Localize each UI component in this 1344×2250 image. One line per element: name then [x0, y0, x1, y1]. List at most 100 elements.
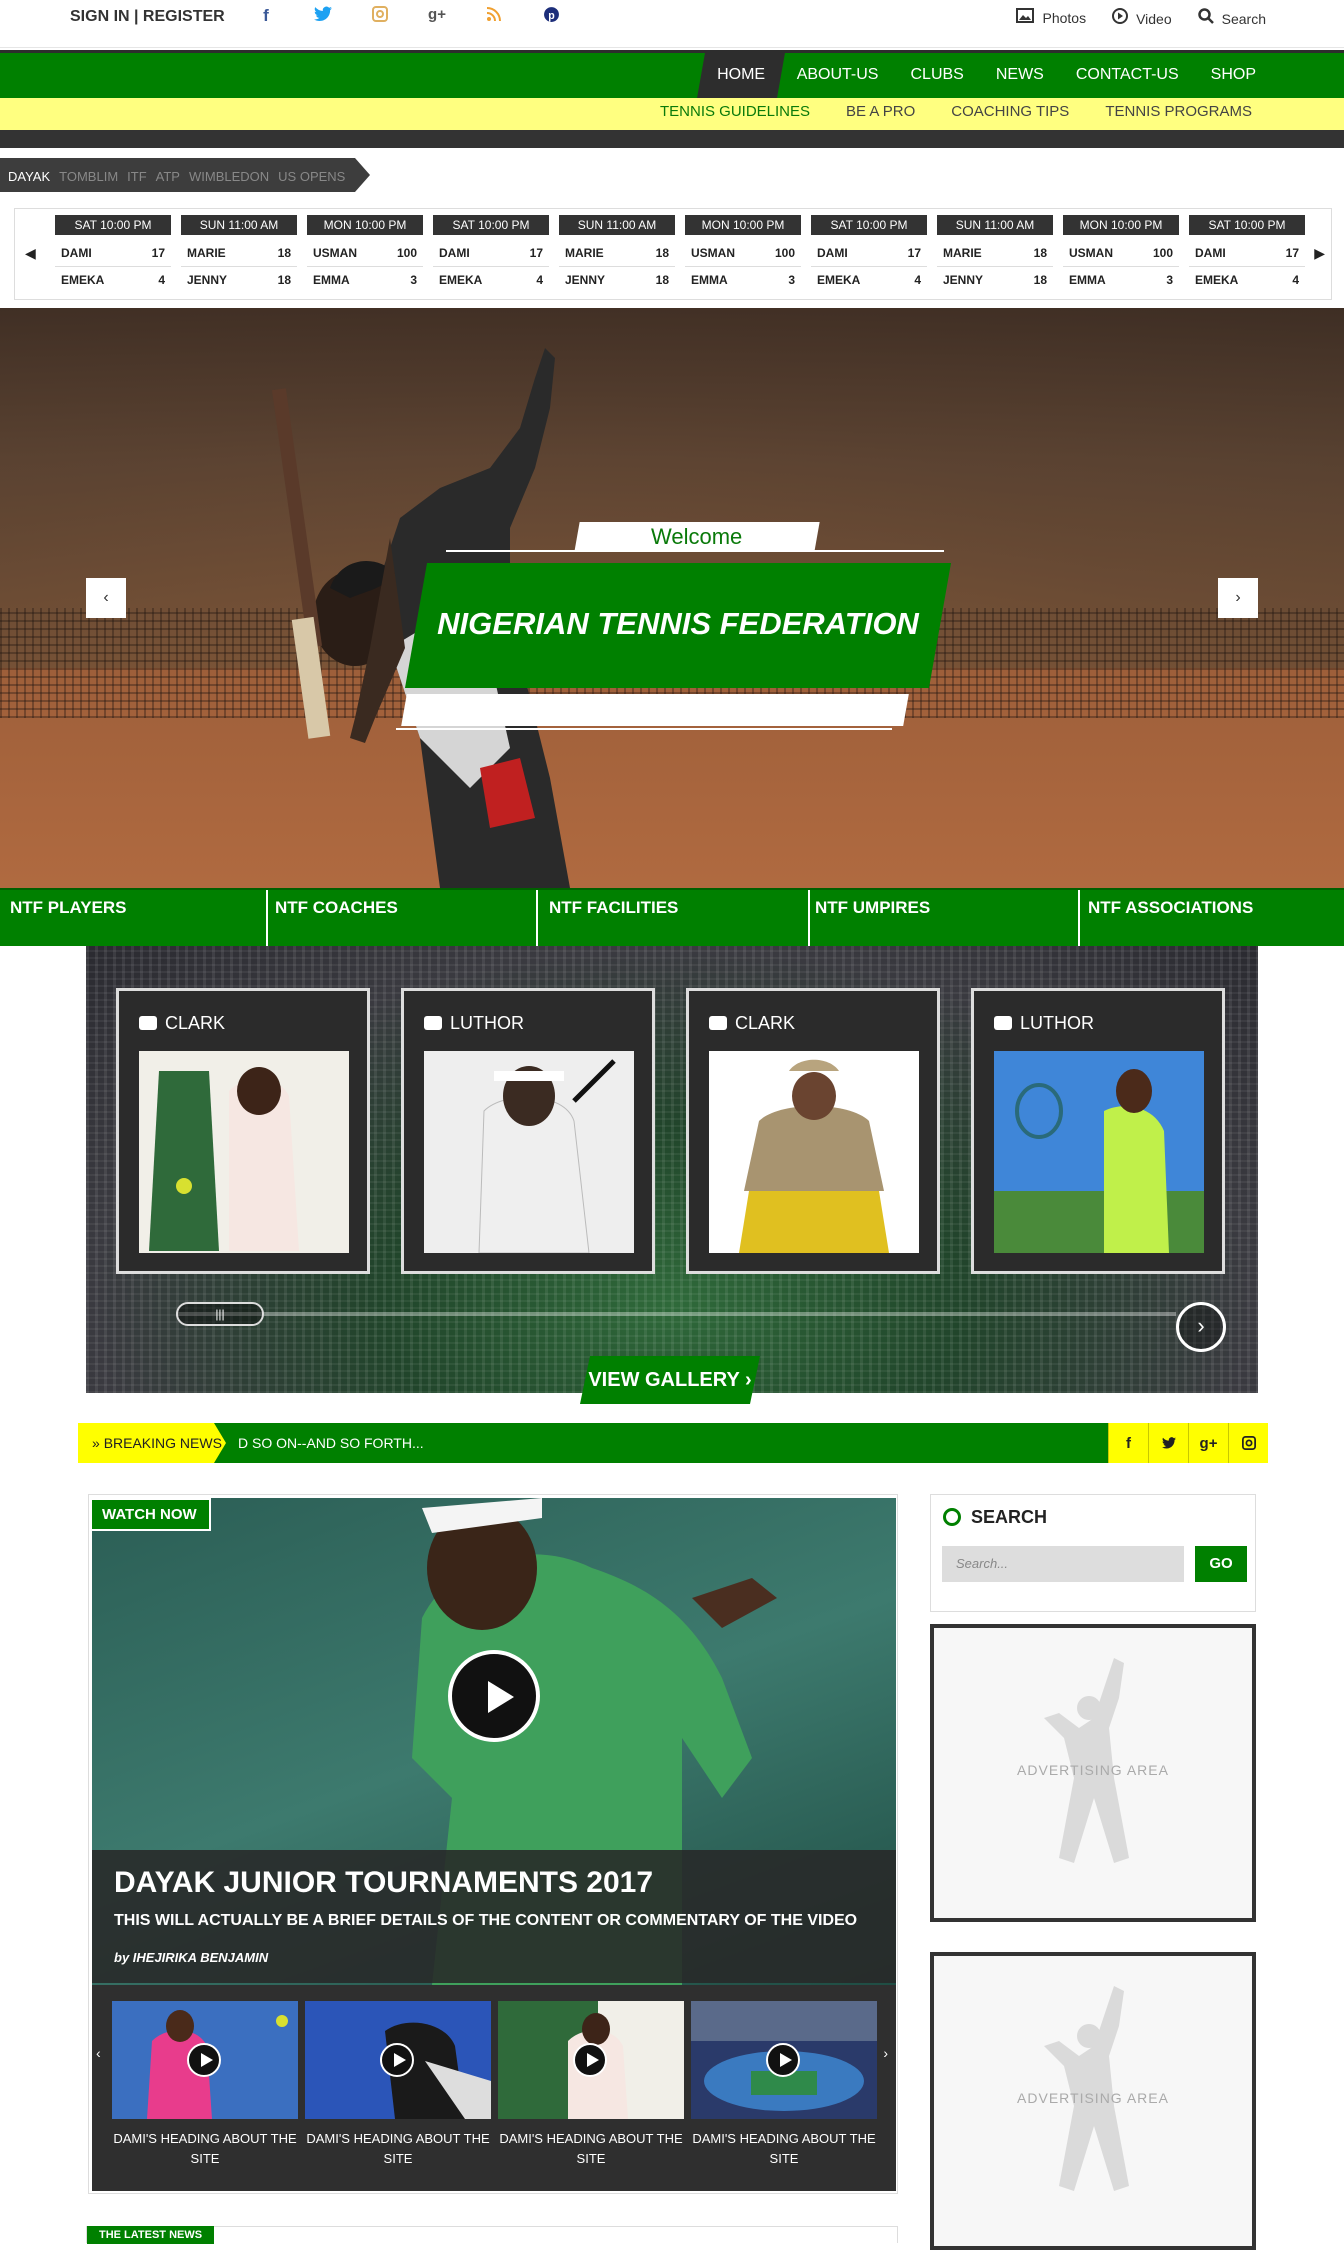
score-card[interactable]: MON 10:00 PM USMAN 100 EMMA 3: [1063, 215, 1179, 293]
match-time: SAT 10:00 PM: [1189, 215, 1305, 235]
score-card[interactable]: SUN 11:00 AM MARIE 18 JENNY 18: [181, 215, 297, 293]
category-ntf-facilities[interactable]: NTF FACILITIES: [549, 898, 678, 918]
play-icon[interactable]: [448, 1650, 540, 1742]
tab-wimbledon[interactable]: WIMBLEDON: [189, 169, 269, 184]
gallery-card[interactable]: CLARK: [116, 988, 370, 1274]
category-ntf-associations[interactable]: NTF ASSOCIATIONS: [1088, 898, 1253, 918]
category-ntf-umpires[interactable]: NTF UMPIRES: [815, 898, 930, 918]
thumbnail-title[interactable]: DAMI'S HEADING ABOUT THE SITE: [498, 2129, 684, 2169]
gallery-scroll-track[interactable]: [176, 1312, 1176, 1316]
video-thumbnail[interactable]: DAMI'S HEADING ABOUT THE SITE: [305, 2001, 491, 2169]
gallery-next-button[interactable]: ›: [1176, 1302, 1226, 1352]
score-card[interactable]: MON 10:00 PM USMAN 100 EMMA 3: [307, 215, 423, 293]
nav-about-us[interactable]: ABOUT-US: [781, 53, 895, 98]
match-time: MON 10:00 PM: [307, 215, 423, 235]
view-gallery-button[interactable]: VIEW GALLERY ›: [580, 1356, 760, 1404]
player-score: 4: [536, 273, 543, 287]
player-score: 100: [1152, 246, 1173, 260]
play-icon[interactable]: [766, 2043, 800, 2077]
gallery-scroll-handle[interactable]: |||: [176, 1302, 264, 1326]
instagram-icon[interactable]: [370, 6, 390, 28]
play-icon[interactable]: [187, 2043, 221, 2077]
gallery-card-label: CLARK: [709, 1013, 795, 1034]
facebook-icon[interactable]: f: [256, 6, 276, 28]
twitter-icon[interactable]: [1148, 1423, 1188, 1463]
gallery-card[interactable]: CLARK: [686, 988, 940, 1274]
pinterest-icon[interactable]: p: [541, 6, 561, 28]
tab-dayak[interactable]: DAYAK: [8, 169, 50, 184]
thumbnail-title[interactable]: DAMI'S HEADING ABOUT THE SITE: [691, 2129, 877, 2169]
rss-icon[interactable]: [484, 6, 504, 28]
score-card[interactable]: SAT 10:00 PM DAMI 17 EMEKA 4: [811, 215, 927, 293]
play-icon[interactable]: [573, 2043, 607, 2077]
camera-icon: [424, 1016, 442, 1030]
hero-title: NIGERIAN TENNIS FEDERATION: [437, 606, 919, 641]
category-ntf-coaches[interactable]: NTF COACHES: [275, 898, 398, 918]
hero-prev-arrow[interactable]: ‹: [86, 578, 126, 618]
latest-news-label: THE LATEST NEWS: [87, 2226, 215, 2244]
score-row: DAMI 17: [811, 240, 927, 267]
gallery-card[interactable]: LUTHOR: [401, 988, 655, 1274]
thumbnail-title[interactable]: DAMI'S HEADING ABOUT THE SITE: [305, 2129, 491, 2169]
google-plus-icon[interactable]: g+: [1188, 1423, 1228, 1463]
subnav-be-a-pro[interactable]: BE A PRO: [846, 103, 915, 120]
video-thumbnails: ‹ › DAMI'S HEADING ABOUT THE SITE DAMI'S …: [92, 1985, 896, 2191]
search-input[interactable]: Search...: [942, 1546, 1184, 1582]
score-card[interactable]: SUN 11:00 AM MARIE 18 JENNY 18: [559, 215, 675, 293]
category-ntf-players[interactable]: NTF PLAYERS: [10, 898, 127, 918]
video-thumbnail[interactable]: DAMI'S HEADING ABOUT THE SITE: [112, 2001, 298, 2169]
score-card[interactable]: SAT 10:00 PM DAMI 17 EMEKA 4: [433, 215, 549, 293]
play-icon[interactable]: [380, 2043, 414, 2077]
sign-in-register-link[interactable]: SIGN IN | REGISTER: [70, 8, 225, 26]
score-row: DAMI 17: [55, 240, 171, 267]
tab-tomblim[interactable]: TOMBLIM: [59, 169, 118, 184]
advertising-area[interactable]: ADVERTISING AREA: [930, 1624, 1256, 1922]
tab-itf[interactable]: ITF: [127, 169, 147, 184]
video-thumbnail[interactable]: DAMI'S HEADING ABOUT THE SITE: [691, 2001, 877, 2169]
score-row: MARIE 18: [937, 240, 1053, 267]
video-title[interactable]: DAYAK JUNIOR TOURNAMENTS 2017: [114, 1866, 653, 1900]
subnav-tennis-guidelines[interactable]: TENNIS GUIDELINES: [660, 103, 810, 120]
nav-contact-us[interactable]: CONTACT-US: [1060, 53, 1195, 98]
google-plus-icon[interactable]: g+: [427, 6, 447, 28]
hero-next-arrow[interactable]: ›: [1218, 578, 1258, 618]
player-name: DAMI: [61, 246, 92, 260]
player-score: 17: [1285, 246, 1299, 260]
video-section: WATCH NOW DAYAK JUNIOR TOURNAMENTS 2017 …: [88, 1494, 898, 2194]
nav-clubs[interactable]: CLUBS: [894, 53, 979, 98]
facebook-icon[interactable]: f: [1108, 1423, 1148, 1463]
instagram-icon[interactable]: [1228, 1423, 1268, 1463]
chevron-right-icon[interactable]: ›: [883, 2045, 888, 2061]
search-link[interactable]: Search: [1197, 8, 1266, 28]
tab-us-opens[interactable]: US OPENS: [278, 169, 345, 184]
player-score: 17: [907, 246, 921, 260]
advertising-area[interactable]: ADVERTISING AREA: [930, 1952, 1256, 2250]
gallery-card[interactable]: LUTHOR: [971, 988, 1225, 1274]
go-button[interactable]: GO: [1195, 1546, 1247, 1582]
twitter-icon[interactable]: [313, 6, 333, 28]
player-score: 18: [277, 273, 291, 287]
nav-shop[interactable]: SHOP: [1195, 53, 1272, 98]
breaking-news-text[interactable]: D SO ON--AND SO FORTH...: [238, 1435, 424, 1451]
subnav-coaching-tips[interactable]: COACHING TIPS: [951, 103, 1069, 120]
photos-link[interactable]: Photos: [1016, 8, 1086, 28]
nav-news[interactable]: NEWS: [980, 53, 1060, 98]
tab-atp[interactable]: ATP: [156, 169, 180, 184]
match-time: MON 10:00 PM: [685, 215, 801, 235]
gallery-photo: [709, 1051, 919, 1253]
caret-right-icon[interactable]: ▶: [1314, 245, 1325, 262]
thumbnail-title[interactable]: DAMI'S HEADING ABOUT THE SITE: [112, 2129, 298, 2169]
video-link[interactable]: Video: [1112, 8, 1172, 28]
nav-home[interactable]: HOME: [696, 53, 785, 98]
subnav-tennis-programs[interactable]: TENNIS PROGRAMS: [1105, 103, 1252, 120]
score-card[interactable]: MON 10:00 PM USMAN 100 EMMA 3: [685, 215, 801, 293]
score-card[interactable]: SUN 11:00 AM MARIE 18 JENNY 18: [937, 215, 1053, 293]
caret-left-icon[interactable]: ◀: [25, 245, 36, 262]
score-card[interactable]: SAT 10:00 PM DAMI 17 EMEKA 4: [55, 215, 171, 293]
score-card[interactable]: SAT 10:00 PM DAMI 17 EMEKA 4: [1189, 215, 1305, 293]
chevron-left-icon[interactable]: ‹: [96, 2045, 101, 2061]
video-thumbnail[interactable]: DAMI'S HEADING ABOUT THE SITE: [498, 2001, 684, 2169]
svg-text:p: p: [548, 10, 555, 22]
score-row: JENNY 18: [937, 267, 1053, 293]
player-score: 3: [410, 273, 417, 287]
